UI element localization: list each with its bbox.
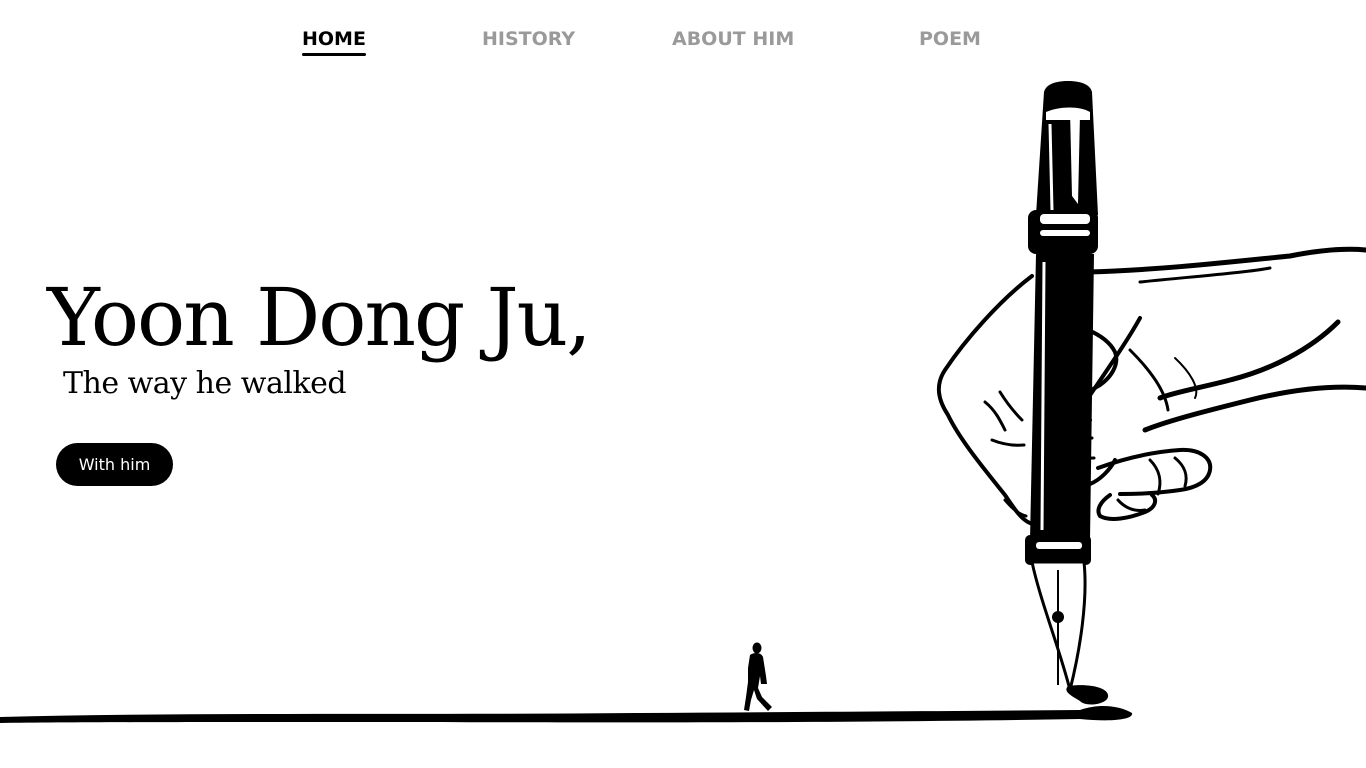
hero-illustration [0, 81, 1366, 723]
ink-line [0, 706, 1133, 723]
ink-drop [1066, 685, 1109, 705]
walking-man-icon [744, 642, 772, 711]
fountain-pen-icon [1025, 81, 1098, 691]
hand-holding-pen-icon [936, 246, 1366, 525]
